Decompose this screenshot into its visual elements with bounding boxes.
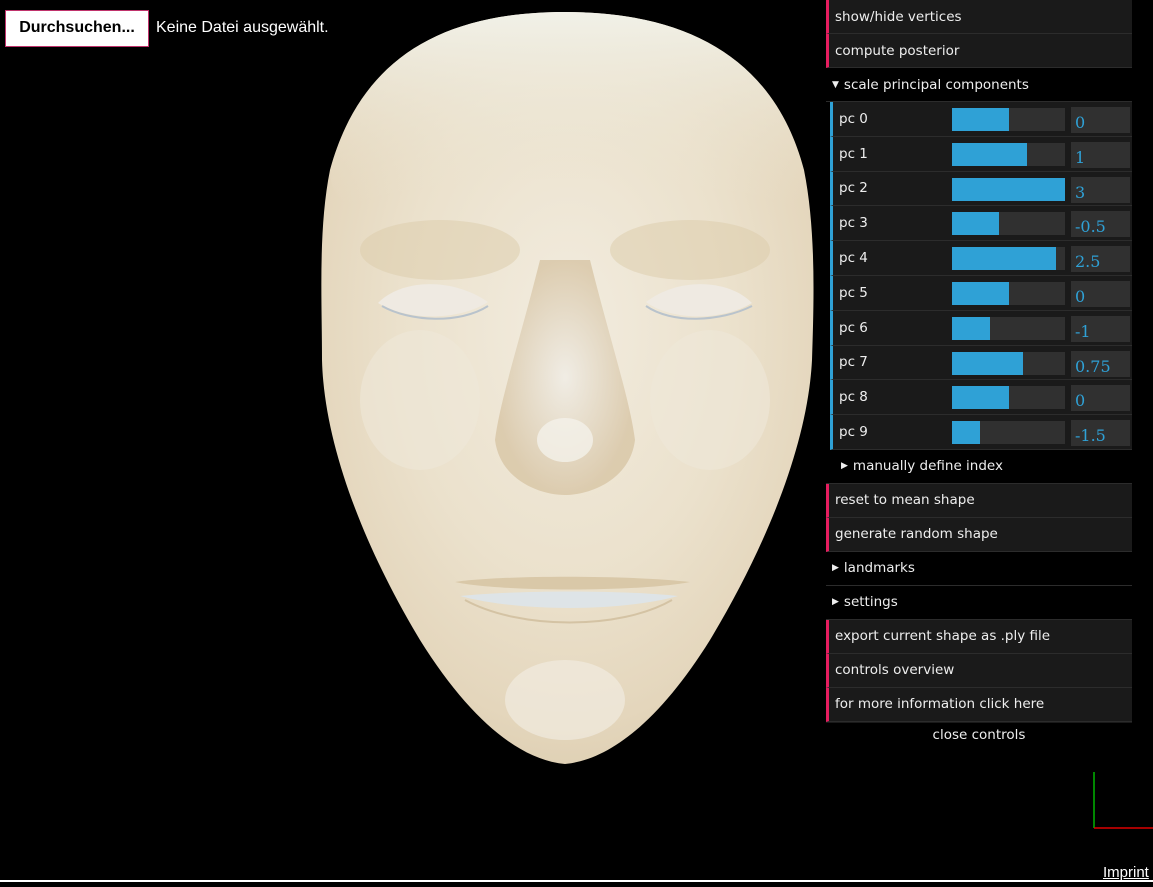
pc-slider[interactable] [952,351,1065,375]
pc-label: pc 8 [839,389,868,406]
show-hide-vertices-label: show/hide vertices [835,8,962,25]
file-status-text: Keine Datei ausgewählt. [156,19,329,36]
pc-slider-fill [952,421,981,445]
pc-value-input[interactable]: -0.5 [1071,211,1130,238]
scale-pc-folder-label: scale principal components [843,76,1029,93]
axes-helper [1093,772,1153,829]
pc-slider-fill [952,281,1009,305]
file-input[interactable]: Durchsuchen... Keine Datei ausgewählt. [5,9,329,47]
pc-slider-fill [952,386,1009,410]
pc-slider-fill [952,212,1000,236]
compute-posterior-button[interactable]: compute posterior [826,34,1132,68]
pc-slider[interactable] [952,316,1065,340]
triangle-right-icon: ▶ [841,461,848,472]
generate-random-shape-label: generate random shape [835,526,998,543]
pc-row-7: pc 7 0.75 [830,345,1132,381]
imprint-link[interactable]: Imprint [1103,864,1149,881]
pc-row-0: pc 0 0 [830,102,1132,137]
pc-value-input[interactable]: 0 [1071,385,1130,412]
pc-slider[interactable] [952,108,1065,131]
landmarks-folder-label: landmarks [843,560,915,577]
reset-mean-shape-label: reset to mean shape [835,492,975,509]
pc-row-9: pc 9 -1.5 [830,415,1132,450]
pc-row-8: pc 8 0 [830,380,1132,416]
pc-value-input[interactable]: 0.75 [1071,350,1130,377]
controls-overview-label: controls overview [835,662,955,679]
pc-row-3: pc 3 -0.5 [830,206,1132,242]
pc-slider[interactable] [952,386,1065,410]
pc-slider[interactable] [952,281,1065,305]
principal-components-list: pc 0 0 pc 1 1 pc 2 3 pc 3 -0.5 pc 4 2.5 pc 5 0 pc 6 -… [826,102,1132,450]
pc-slider-fill [952,351,1023,375]
pc-label: pc 7 [839,354,868,371]
pc-value-input[interactable]: -1 [1071,315,1130,342]
reset-mean-shape-button[interactable]: reset to mean shape [826,483,1132,518]
pc-slider-fill [952,142,1028,166]
controls-overview-button[interactable]: controls overview [826,653,1132,688]
pc-value-input[interactable]: 3 [1071,176,1130,203]
export-ply-label: export current shape as .ply file [835,628,1051,645]
pc-slider-fill [952,247,1056,271]
triangle-right-icon: ▶ [832,597,839,608]
pc-value-input[interactable]: 2.5 [1071,246,1130,273]
pc-slider[interactable] [952,177,1065,201]
pc-label: pc 3 [839,215,868,232]
pc-value-input[interactable]: 1 [1071,141,1130,168]
scale-pc-folder-header[interactable]: ▼ scale principal components [826,68,1132,102]
pc-label: pc 6 [839,319,868,336]
controls-panel: show/hide vertices compute posterior ▼ s… [826,0,1132,749]
export-ply-button[interactable]: export current shape as .ply file [826,619,1132,654]
generate-random-shape-button[interactable]: generate random shape [826,517,1132,552]
triangle-down-icon: ▼ [832,79,839,90]
manually-define-index-folder[interactable]: ▶ manually define index [826,449,1132,484]
pc-label: pc 1 [839,145,868,162]
landmarks-folder-header[interactable]: ▶ landmarks [826,551,1132,586]
pc-label: pc 9 [839,424,868,441]
pc-slider-fill [952,108,1009,131]
pc-value-input[interactable]: 0 [1071,280,1130,307]
face-viewer-canvas[interactable] [0,0,826,882]
settings-folder-header[interactable]: ▶ settings [826,585,1132,620]
pc-label: pc 4 [839,250,868,267]
manually-define-index-label: manually define index [852,458,1003,475]
pc-slider[interactable] [952,142,1065,166]
pc-row-4: pc 4 2.5 [830,241,1132,276]
pc-label: pc 5 [839,284,868,301]
more-info-label: for more information click here [835,696,1045,713]
pc-value-input[interactable]: 0 [1071,107,1130,133]
pc-label: pc 0 [839,110,868,127]
settings-folder-label: settings [843,594,898,611]
pc-value-input[interactable]: -1.5 [1071,420,1130,447]
pc-slider[interactable] [952,247,1065,271]
pc-row-5: pc 5 0 [830,275,1132,311]
close-controls-button[interactable]: close controls [826,721,1132,749]
pc-slider[interactable] [952,212,1065,236]
pc-slider-fill [952,316,990,340]
more-info-button[interactable]: for more information click here [826,687,1132,722]
pc-label: pc 2 [839,180,868,197]
face-model [321,12,814,764]
compute-posterior-label: compute posterior [835,42,960,59]
pc-row-2: pc 2 3 [830,171,1132,207]
show-hide-vertices-button[interactable]: show/hide vertices [826,0,1132,34]
pc-row-1: pc 1 1 [830,136,1132,172]
triangle-right-icon: ▶ [832,563,839,574]
pc-slider[interactable] [952,421,1065,445]
pc-slider-fill [952,177,1065,201]
pc-row-6: pc 6 -1 [830,310,1132,346]
browse-button[interactable]: Durchsuchen... [5,9,149,47]
